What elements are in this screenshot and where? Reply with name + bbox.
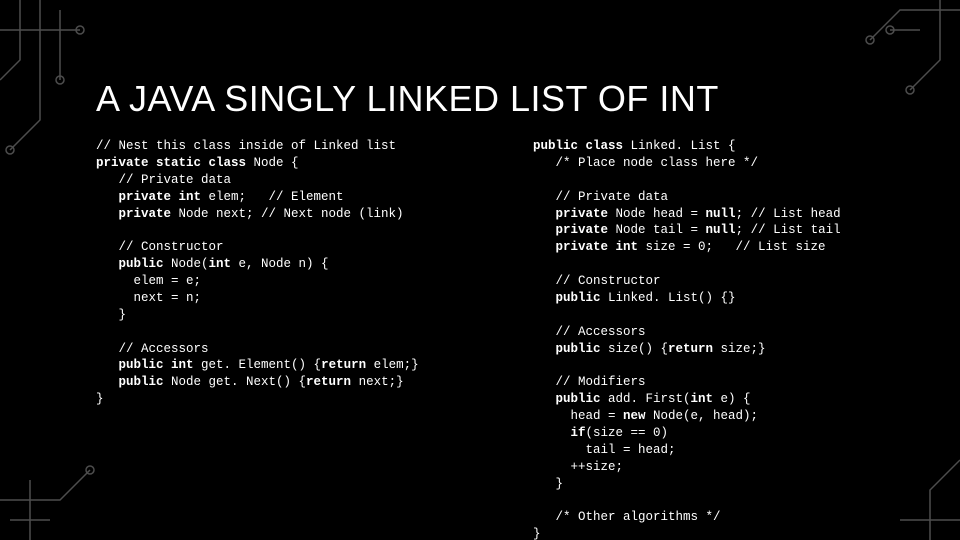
node-class-code: // Nest this class inside of Linked list… (96, 138, 493, 408)
linkedlist-class-code: public class Linked. List { /* Place nod… (533, 138, 930, 540)
code-columns: // Nest this class inside of Linked list… (96, 138, 930, 520)
slide-title: A JAVA SINGLY LINKED LIST OF INT (96, 78, 719, 120)
right-code-column: public class Linked. List { /* Place nod… (533, 138, 930, 520)
left-code-column: // Nest this class inside of Linked list… (96, 138, 493, 520)
